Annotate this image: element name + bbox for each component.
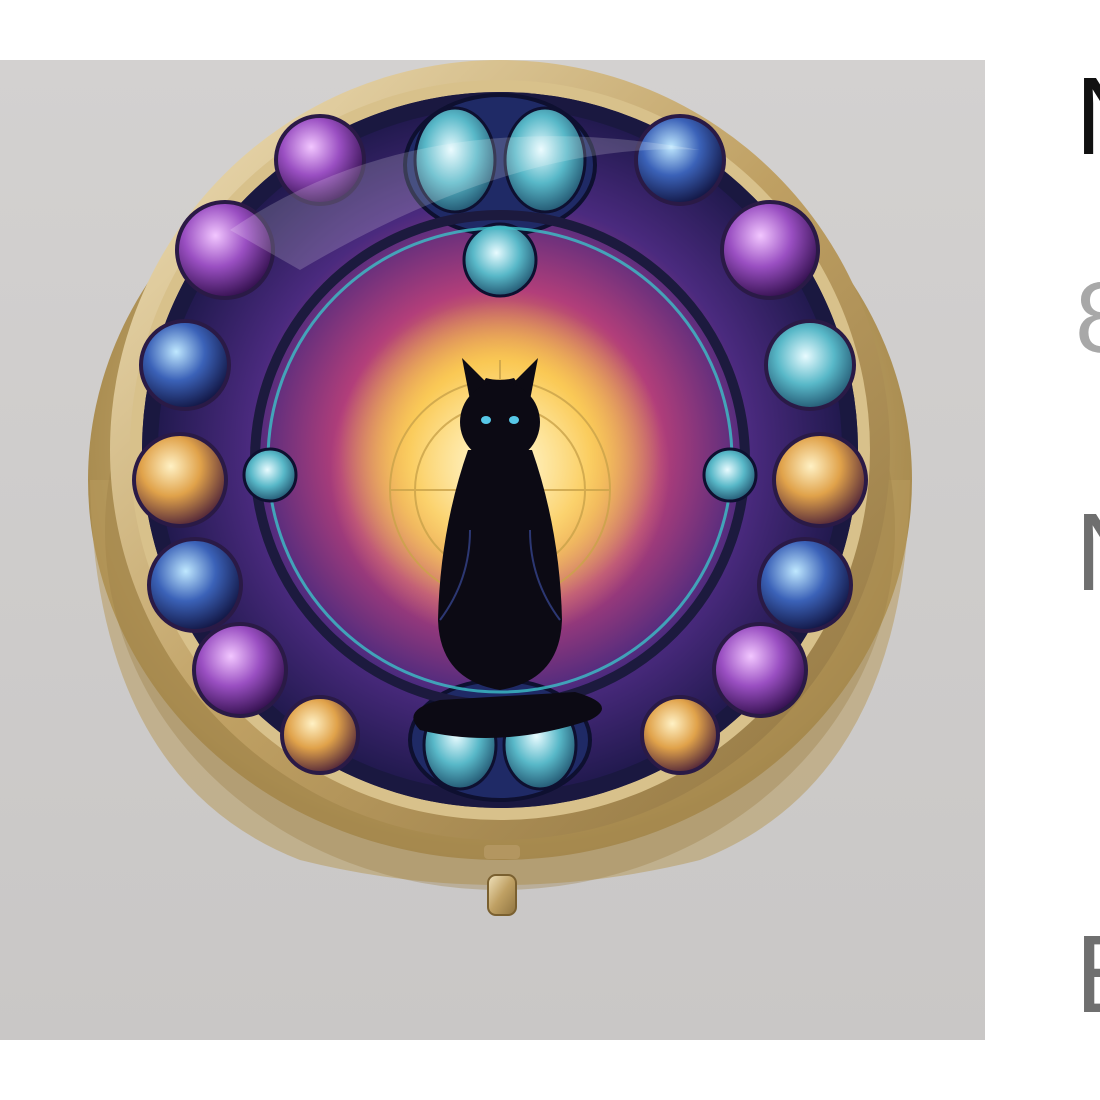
cropped-text-line-2: 8 [1075, 268, 1100, 368]
clasp [487, 874, 517, 916]
pill-box-illustration [88, 60, 912, 916]
cropped-text-line-4: E [1075, 920, 1100, 1030]
cropped-text-line-1: N [1075, 62, 1100, 172]
cropped-text-line-3: N [1075, 498, 1100, 608]
product-photo [0, 60, 985, 1040]
